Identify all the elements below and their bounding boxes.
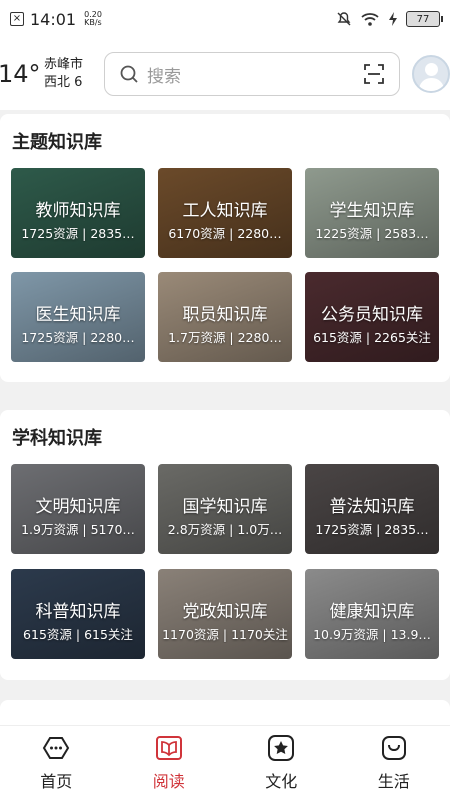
knowledge-card[interactable]: 普法知识库 1725资源 | 2835…: [305, 464, 439, 554]
section-title: 主题知识库: [12, 132, 102, 153]
card-meta: 1225资源 | 2583…: [315, 226, 429, 241]
scan-icon[interactable]: [363, 63, 385, 85]
card-meta: 1170资源 | 1170关注: [162, 627, 288, 642]
knowledge-card[interactable]: 科普知识库 615资源 | 615关注: [11, 569, 145, 659]
card-title: 公务员知识库: [321, 305, 423, 325]
card-meta: 615资源 | 615关注: [23, 627, 133, 642]
search-placeholder: 搜索: [147, 66, 181, 87]
header: 14° 赤峰市 西北 6 搜索: [0, 38, 450, 110]
battery-indicator: 77: [406, 11, 443, 27]
card-meta: 615资源 | 2265关注: [313, 330, 431, 345]
weather-city: 赤峰市: [44, 57, 84, 72]
avatar[interactable]: [412, 55, 450, 93]
wifi-icon: [361, 13, 379, 26]
weather-info[interactable]: 赤峰市 西北 6: [44, 56, 102, 92]
star-box-icon: [268, 735, 295, 761]
card-meta: 2.8万资源 | 1.0万…: [167, 522, 283, 537]
knowledge-card[interactable]: 学生知识库 1225资源 | 2583…: [305, 168, 439, 258]
charging-icon: [389, 12, 397, 26]
card-meta: 10.9万资源 | 13.9…: [313, 627, 431, 642]
card-meta: 6170资源 | 2280…: [168, 226, 282, 241]
theme-knowledge-section: 主题知识库 教师知识库 1725资源 | 2835… 工人知识库 6170资源 …: [0, 114, 450, 382]
status-time: 14:01: [30, 9, 77, 29]
nav-label: 文化: [265, 772, 298, 791]
card-title: 教师知识库: [35, 201, 121, 221]
card-meta: 1725资源 | 2835…: [315, 522, 429, 537]
card-title: 国学知识库: [182, 497, 268, 517]
card-title: 学生知识库: [329, 201, 415, 221]
nav-life[interactable]: 生活: [338, 726, 450, 800]
weather-wind: 西北 6: [44, 75, 83, 90]
book-icon: [155, 736, 182, 760]
card-meta: 1.7万资源 | 2280…: [168, 330, 282, 345]
nav-culture[interactable]: 文化: [225, 726, 338, 800]
nav-label: 阅读: [152, 772, 185, 791]
card-meta: 1725资源 | 2280…: [21, 330, 135, 345]
knowledge-card[interactable]: 公务员知识库 615资源 | 2265关注: [305, 272, 439, 362]
mute-icon: [337, 12, 351, 26]
knowledge-card[interactable]: 医生知识库 1725资源 | 2280…: [11, 272, 145, 362]
knowledge-card[interactable]: 工人知识库 6170资源 | 2280…: [158, 168, 292, 258]
knowledge-card[interactable]: 文明知识库 1.9万资源 | 5170…: [11, 464, 145, 554]
nav-home[interactable]: 首页: [0, 726, 113, 800]
bag-icon: [381, 736, 406, 760]
card-title: 健康知识库: [329, 602, 415, 622]
nav-label: 生活: [377, 772, 410, 791]
weather-temperature[interactable]: 14°: [0, 60, 42, 88]
card-meta: 1.9万资源 | 5170…: [21, 522, 135, 537]
card-title: 医生知识库: [35, 305, 121, 325]
knowledge-card[interactable]: 国学知识库 2.8万资源 | 1.0万…: [158, 464, 292, 554]
card-title: 职员知识库: [182, 305, 268, 325]
nav-read[interactable]: 阅读: [113, 726, 226, 800]
card-title: 普法知识库: [329, 497, 415, 517]
search-icon: [120, 65, 138, 83]
network-speed: 0.20 KB/s: [84, 10, 102, 27]
status-bar: × 14:01 0.20 KB/s 77: [0, 0, 450, 38]
card-title: 文明知识库: [35, 497, 121, 517]
card-title: 党政知识库: [182, 602, 268, 622]
bottom-nav: 首页 阅读 文化 生活: [0, 725, 450, 800]
card-meta: 1725资源 | 2835…: [21, 226, 135, 241]
subject-knowledge-section: 学科知识库 文明知识库 1.9万资源 | 5170… 国学知识库 2.8万资源 …: [0, 410, 450, 680]
knowledge-card[interactable]: 健康知识库 10.9万资源 | 13.9…: [305, 569, 439, 659]
card-title: 工人知识库: [182, 201, 268, 221]
knowledge-card[interactable]: 教师知识库 1725资源 | 2835…: [11, 168, 145, 258]
home-chat-icon: [43, 737, 70, 759]
search-input[interactable]: 搜索: [104, 52, 400, 96]
knowledge-card[interactable]: 党政知识库 1170资源 | 1170关注: [158, 569, 292, 659]
nav-label: 首页: [40, 772, 73, 791]
section-title: 学科知识库: [12, 428, 102, 449]
card-title: 科普知识库: [35, 602, 121, 622]
knowledge-card[interactable]: 职员知识库 1.7万资源 | 2280…: [158, 272, 292, 362]
close-notification-icon: ×: [10, 12, 24, 26]
